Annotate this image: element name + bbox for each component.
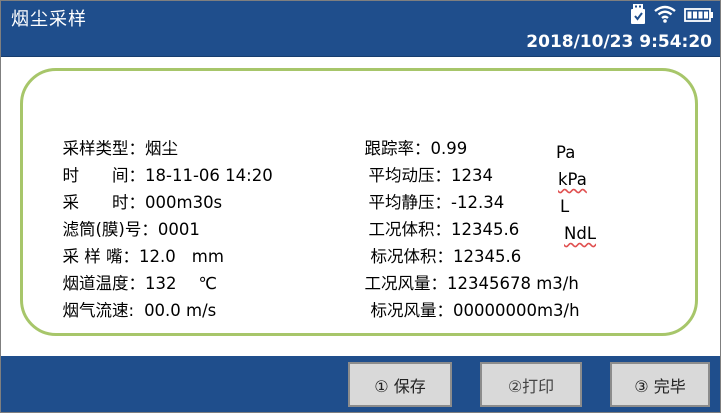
field-label: 标况风量： [370, 301, 454, 320]
finish-button[interactable]: ③ 完毕 [610, 362, 710, 407]
save-button[interactable]: ① 保存 [348, 362, 452, 407]
field-value: 00000000m3/h [453, 301, 580, 320]
field-value: 00.0 m/s [144, 301, 217, 320]
status-icons [630, 3, 714, 29]
field-unit: Pa [556, 143, 576, 162]
footer-bar: ① 保存 ②打印 ③ 完毕 [1, 356, 720, 412]
field-flue-gas-velocity: 烟气流速: 00.0 m/s [52, 278, 217, 321]
print-button[interactable]: ②打印 [480, 362, 582, 407]
usb-icon [630, 3, 646, 29]
field-label: 烟气流速: [62, 301, 135, 320]
datetime-display: 2018/10/23 9:54:20 [526, 32, 712, 52]
field-unit: NdL [564, 224, 597, 243]
field-unit: kPa [558, 170, 587, 189]
wifi-icon [654, 5, 676, 27]
battery-icon [684, 7, 714, 26]
header-bar: 烟尘采样 2018/10/23 9:54:20 [1, 1, 720, 57]
field-unit: L [560, 197, 570, 216]
page-title: 烟尘采样 [11, 9, 87, 30]
field-standard-airflow: 标况风量：00000000m3/h [360, 278, 580, 321]
